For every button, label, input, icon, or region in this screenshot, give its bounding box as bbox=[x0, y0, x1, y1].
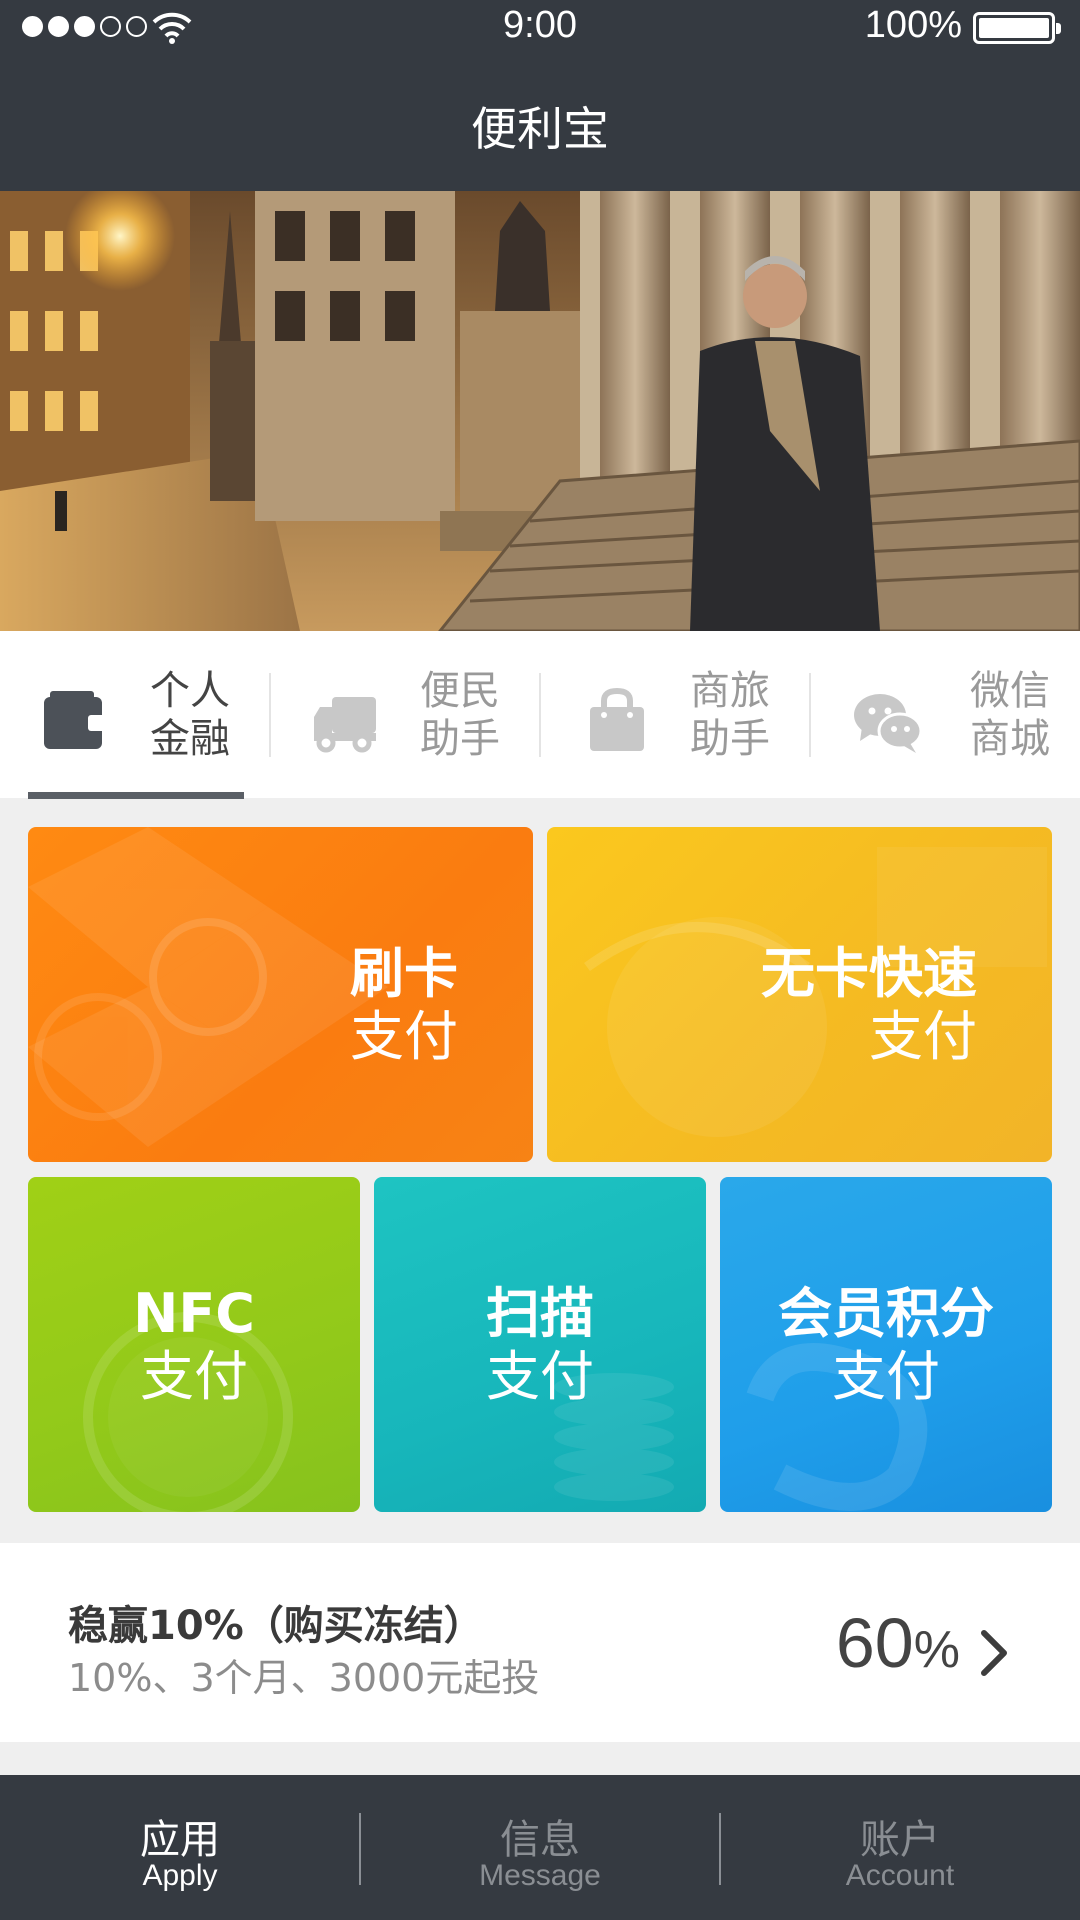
tile-subtitle: 支付 bbox=[350, 1005, 458, 1068]
tab-personal-finance[interactable]: 个人 金融 bbox=[0, 631, 270, 798]
wechat-icon bbox=[854, 694, 922, 753]
tab-label-cn: 信息 bbox=[500, 1817, 580, 1863]
tile-subtitle: 支付 bbox=[140, 1345, 248, 1408]
member-points-payment-tile[interactable]: 会员积分 支付 bbox=[720, 1177, 1052, 1512]
tile-title: 刷卡 bbox=[350, 942, 458, 1005]
truck-icon bbox=[314, 697, 376, 753]
investment-product-card[interactable]: 稳赢10%（购买冻结） 10%、3个月、3000元起投 60% bbox=[0, 1543, 1080, 1742]
tab-label-en: Message bbox=[479, 1859, 601, 1892]
status-bar: 9:00 100% bbox=[0, 0, 1080, 53]
tile-subtitle: 支付 bbox=[832, 1345, 940, 1408]
wallet-icon bbox=[44, 691, 106, 749]
tab-label-cn: 应用 bbox=[140, 1817, 220, 1863]
scan-payment-tile[interactable]: 扫描 支付 bbox=[374, 1177, 706, 1512]
tile-subtitle: 支付 bbox=[869, 1005, 977, 1068]
tab-label-line1: 便民 bbox=[420, 668, 500, 714]
tab-business-travel-helper[interactable]: 商旅 助手 bbox=[540, 631, 810, 798]
tile-title: NFC bbox=[133, 1282, 255, 1345]
shopping-bag-icon bbox=[590, 687, 644, 751]
product-subtitle: 10%、3个月、3000元起投 bbox=[68, 1656, 540, 1700]
nav-bar: 便利宝 bbox=[0, 53, 1080, 191]
product-title: 稳赢10%（购买冻结） bbox=[68, 1603, 484, 1649]
hero-banner-image[interactable] bbox=[0, 191, 1080, 631]
tab-apply[interactable]: 应用 Apply bbox=[0, 1775, 360, 1920]
tile-title: 会员积分 bbox=[778, 1282, 994, 1345]
page-title: 便利宝 bbox=[471, 102, 609, 156]
active-tab-indicator bbox=[28, 792, 244, 799]
product-rate-number: 60 bbox=[835, 1604, 914, 1682]
tab-label-line1: 微信 bbox=[970, 668, 1050, 714]
tile-subtitle: 支付 bbox=[486, 1345, 594, 1408]
tab-message[interactable]: 信息 Message bbox=[360, 1775, 720, 1920]
app-screen: 9:00 100% 便利宝 个人 金融 便民 助手 商旅 助手 微信 商城 刷卡… bbox=[0, 0, 1080, 1920]
product-rate: 60% bbox=[836, 1603, 960, 1683]
product-rate-unit: % bbox=[913, 1621, 960, 1679]
battery-icon bbox=[973, 12, 1061, 44]
tab-label-line2: 金融 bbox=[150, 716, 230, 762]
tab-label-cn: 账户 bbox=[860, 1817, 940, 1863]
tile-title: 无卡快速 bbox=[761, 942, 977, 1005]
tile-title: 扫描 bbox=[486, 1282, 594, 1345]
tab-label-line2: 助手 bbox=[690, 716, 770, 762]
tab-label-en: Apply bbox=[142, 1859, 218, 1892]
tab-convenience-helper[interactable]: 便民 助手 bbox=[270, 631, 540, 798]
tab-label-en: Account bbox=[845, 1859, 955, 1892]
tab-label-line2: 助手 bbox=[420, 716, 500, 762]
tab-label-line1: 个人 bbox=[150, 668, 230, 714]
bottom-tab-bar: 应用 Apply 信息 Message 账户 Account bbox=[0, 1775, 1080, 1920]
tab-label-line2: 商城 bbox=[970, 716, 1050, 762]
chevron-right-icon[interactable] bbox=[978, 1627, 1010, 1679]
nfc-payment-tile[interactable]: NFC 支付 bbox=[28, 1177, 360, 1512]
swipe-card-payment-tile[interactable]: 刷卡 支付 bbox=[28, 827, 533, 1162]
cardless-quick-payment-tile[interactable]: 无卡快速 支付 bbox=[547, 827, 1052, 1162]
tab-wechat-mall[interactable]: 微信 商城 bbox=[810, 631, 1080, 798]
tab-label-line1: 商旅 bbox=[690, 668, 770, 714]
tab-account[interactable]: 账户 Account bbox=[720, 1775, 1080, 1920]
battery-percent: 100% bbox=[864, 4, 962, 46]
category-tabs: 个人 金融 便民 助手 商旅 助手 微信 商城 bbox=[0, 631, 1080, 799]
